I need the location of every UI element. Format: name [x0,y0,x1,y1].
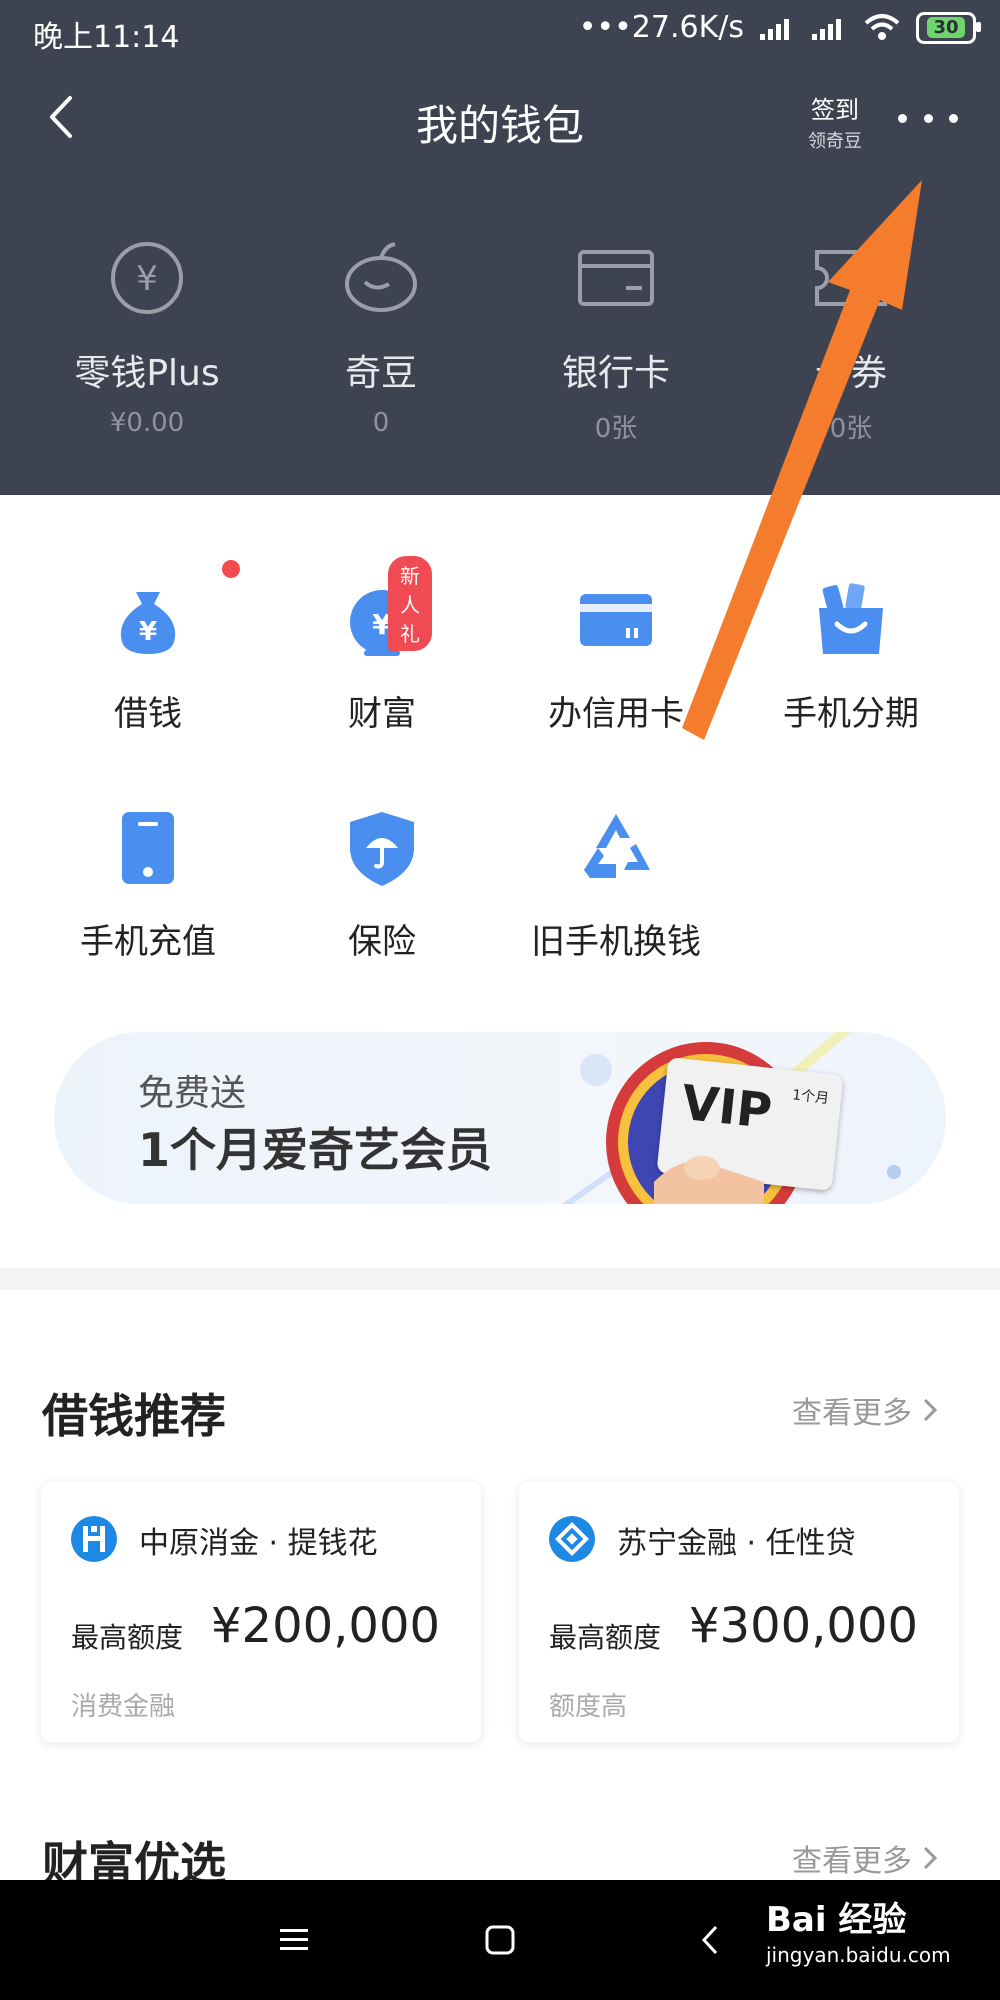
service-label: 手机充值 [80,922,216,962]
service-label: 借钱 [114,694,182,734]
suning-logo-icon [549,1516,595,1562]
wealth-see-more[interactable]: 查看更多 [792,1836,938,1880]
wallet-header: 晚上11:14 •••27.6K/s 30 我的钱包 签到 领奇豆 ¥ 零钱Pl… [0,0,1000,495]
wallet-label: 卡券 [814,353,887,394]
title-bar: 我的钱包 签到 领奇豆 [0,72,1000,162]
battery-icon: 30 [916,11,981,44]
new-user-badge: 新人礼 [388,556,432,651]
see-more-label: 查看更多 [792,1844,912,1879]
loan-section-title: 借钱推荐 [42,1389,226,1443]
wallet-label: 零钱Plus [74,353,220,394]
service-insurance[interactable]: 保险 [272,808,492,963]
service-trade-in[interactable]: 旧手机换钱 [506,808,726,963]
card-tag: 额度高 [549,1692,628,1722]
more-options-button[interactable] [898,108,958,128]
watermark-line2: jingyan.baidu.com [766,1943,951,1967]
signal-icon-2 [812,18,841,40]
card-amount-label: 最高额度 [549,1621,662,1654]
wallet-item-coupons[interactable]: 卡券 0张 [741,238,961,445]
wallet-label: 奇豆 [344,353,417,394]
card-name: 中原消金 · 提钱花 [139,1526,378,1561]
section-divider [0,1268,1000,1290]
baidu-watermark: Bai 经验 jingyan.baidu.com [766,1892,951,1967]
loan-card-suning[interactable]: 苏宁金融 · 任性贷 最高额度 ¥300,000 额度高 [519,1482,959,1742]
yen-circle-icon: ¥ [111,242,183,314]
home-square-icon [485,1925,515,1955]
wallet-item-change[interactable]: ¥ 零钱Plus ¥0.00 [37,238,257,438]
loan-card-zhongyuan[interactable]: 中原消金 · 提钱花 最高额度 ¥200,000 消费金融 [41,1482,481,1742]
banner-subtitle: 免费送 [138,1073,247,1114]
promo-banner[interactable]: 免费送 1个月爱奇艺会员 VIP 1个月 [54,1032,946,1204]
chevron-right-icon [923,1846,938,1870]
back-triangle-icon [701,1925,718,1955]
service-credit-card[interactable]: 办信用卡 [506,580,726,735]
signal-icon [760,18,789,40]
notification-dot [222,560,240,578]
svg-text:¥: ¥ [139,617,157,647]
hand-illustration [654,1156,764,1204]
svg-text:¥: ¥ [136,259,158,299]
shield-umbrella-icon [350,812,414,886]
card-amount-label: 最高额度 [71,1621,184,1654]
card-name: 苏宁金融 · 任性贷 [617,1526,856,1561]
bank-card-icon [578,250,654,306]
service-wealth[interactable]: ¥ 新人礼 财富 [272,556,492,735]
phone-icon [122,812,174,884]
service-label: 办信用卡 [548,694,684,734]
loan-see-more[interactable]: 查看更多 [792,1388,938,1432]
menu-button[interactable] [234,1880,354,2000]
see-more-label: 查看更多 [792,1396,912,1431]
credit-card-icon [580,594,652,646]
menu-icon [280,1929,308,1950]
service-phone-topup[interactable]: 手机充值 [38,808,258,963]
status-right: •••27.6K/s 30 [578,10,981,45]
coupon-icon [815,250,887,306]
service-borrow[interactable]: ¥ 借钱 [38,560,258,735]
wallet-item-bankcard[interactable]: 银行卡 0张 [506,238,726,445]
wallet-value: ¥0.00 [109,408,185,438]
wallet-label: 银行卡 [561,353,670,394]
card-amount: ¥300,000 [689,1598,919,1654]
back-button[interactable] [650,1880,770,2000]
battery-level: 30 [927,17,965,38]
status-time: 晚上11:14 [33,20,180,55]
service-label: 财富 [348,694,416,734]
chevron-right-icon [923,1398,938,1422]
card-amount: ¥200,000 [211,1598,441,1654]
recycle-icon [584,814,650,878]
wallet-value: 0张 [829,414,873,444]
wallet-value: 0 [372,408,390,438]
signin-button[interactable]: 签到 领奇豆 [800,90,870,153]
service-installment[interactable]: 手机分期 [741,580,961,735]
network-speed: •••27.6K/s [578,10,744,45]
card-tag: 消费金融 [71,1692,176,1722]
watermark-line1: Bai 经验 [766,1900,907,1940]
banner-title: 1个月爱奇艺会员 [138,1123,493,1177]
wallet-item-beans[interactable]: 奇豆 0 [271,238,491,438]
home-button[interactable] [440,1880,560,2000]
signin-sublabel: 领奇豆 [808,131,862,152]
vip-duration: 1个月 [791,1087,830,1108]
service-label: 旧手机换钱 [531,922,701,962]
service-label: 保险 [348,922,416,962]
zhongyuan-logo-icon [71,1516,117,1562]
shopping-bag-icon [819,583,883,654]
wallet-value: 0张 [594,414,638,444]
bean-icon [345,242,417,312]
money-bag-icon: ¥ [120,592,176,654]
service-label: 手机分期 [783,694,919,734]
vip-text: VIP [678,1074,775,1141]
wifi-icon [864,13,900,40]
signin-label: 签到 [811,96,859,124]
status-bar: 晚上11:14 •••27.6K/s 30 [0,0,1000,62]
